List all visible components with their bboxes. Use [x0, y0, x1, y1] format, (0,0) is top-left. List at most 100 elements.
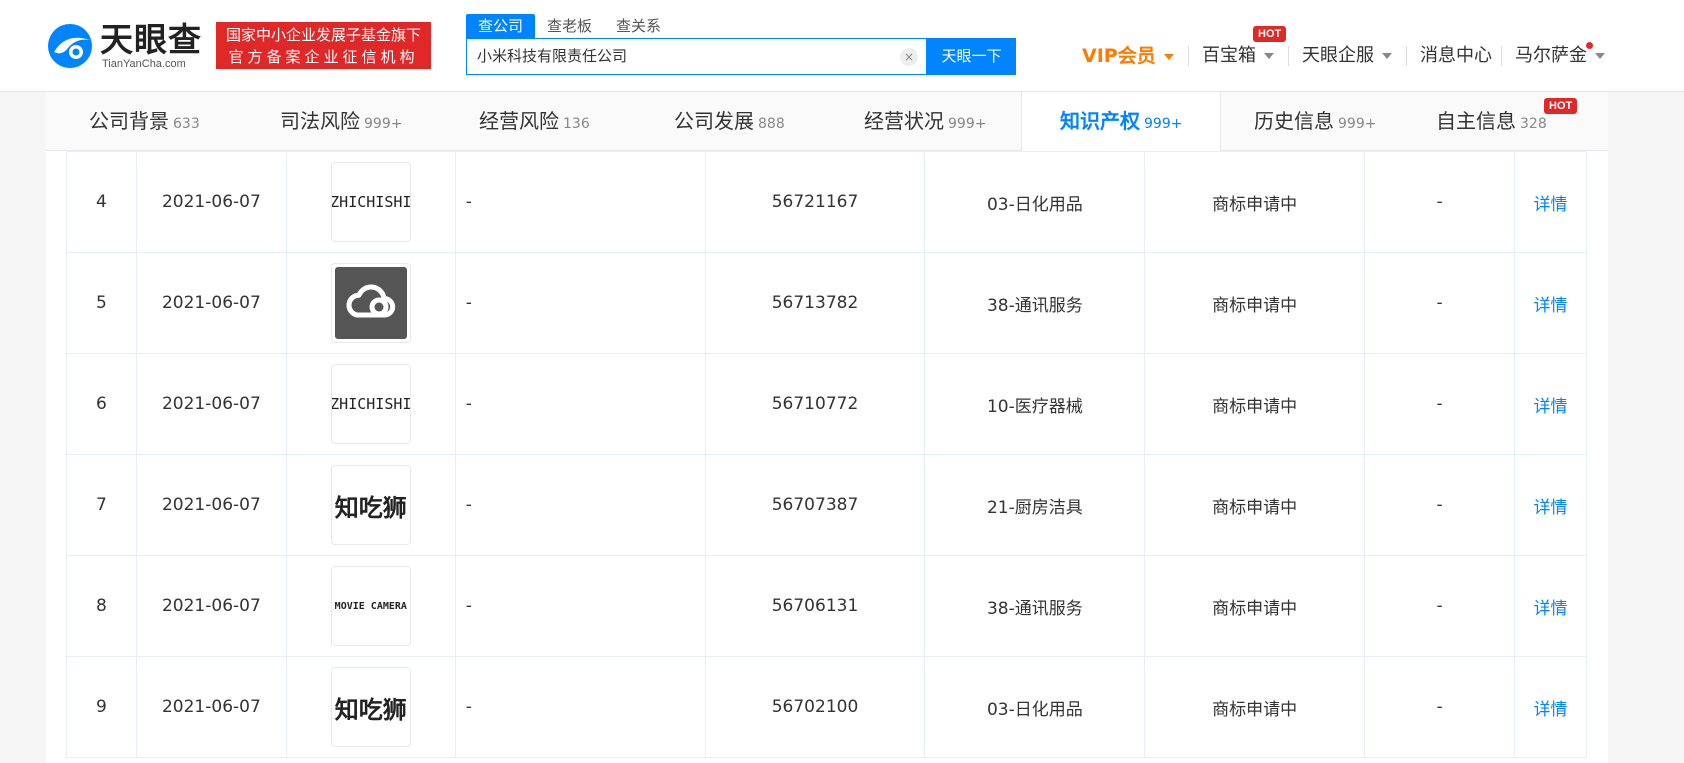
trademark-image-cell: MOVIE CAMERA: [285, 555, 456, 657]
search-input[interactable]: [477, 39, 897, 74]
table-row: 5 2021-06-07-56713782 38-通讯服务 商标申请中 - 详情: [66, 252, 1588, 354]
detail-cell: 详情: [1513, 252, 1588, 354]
detail-link[interactable]: 详情: [1533, 296, 1567, 316]
trademark-status: 商标申请中: [1144, 151, 1366, 253]
tab-count: 999+: [948, 116, 987, 132]
tab-operation-risk[interactable]: 经营风险 136: [479, 92, 590, 150]
messages-link[interactable]: 消息中心: [1420, 44, 1492, 68]
extra-info: -: [1364, 151, 1515, 253]
chevron-down-icon: [1264, 53, 1274, 59]
extra-info: -: [1364, 454, 1515, 556]
detail-link[interactable]: 详情: [1533, 498, 1567, 518]
trademark-text-wrap: 知吃狮: [332, 466, 410, 544]
search-button[interactable]: 天眼一下: [927, 38, 1016, 75]
table-row: 7 2021-06-07 知吃狮 -56707387 21-厨房洁具 商标申请中 - 详情: [66, 454, 1588, 556]
trademark-image[interactable]: [330, 263, 411, 343]
trademark-name: -: [454, 252, 706, 354]
extra-info: -: [1364, 555, 1515, 657]
detail-cell: 详情: [1513, 353, 1588, 455]
international-class: 38-通讯服务: [924, 555, 1146, 657]
logo-subtitle: TianYanCha.com: [102, 58, 186, 70]
vip-menu[interactable]: VIP会员: [1082, 44, 1174, 69]
international-class: 03-日化用品: [924, 151, 1146, 253]
application-date: 2021-06-07: [135, 656, 287, 758]
tab-count: 888: [758, 116, 785, 132]
nav-divider: [1288, 46, 1289, 66]
row-number: 5: [66, 252, 137, 354]
international-class: 03-日化用品: [924, 656, 1146, 758]
tab-self-info[interactable]: 自主信息 328: [1436, 92, 1547, 150]
tab-label: 经营状况: [864, 109, 944, 133]
tab-history[interactable]: 历史信息 999+: [1254, 92, 1376, 150]
logo[interactable]: 天眼查 TianYanCha.com: [46, 20, 206, 72]
trademark-name: -: [454, 656, 706, 758]
cloud-icon: [334, 267, 407, 339]
tab-label: 公司背景: [89, 109, 169, 133]
tab-count: 328: [1520, 116, 1547, 132]
search-type-tabs: 查公司 查老板 查关系: [466, 14, 673, 38]
tab-operation-status[interactable]: 经营状况 999+: [864, 92, 986, 150]
hot-badge: HOT: [1253, 26, 1287, 42]
trademark-image[interactable]: ZHICHISHI: [330, 364, 411, 444]
trademark-list: 4 2021-06-07 ZHICHISHI -56721167 03-日化用品 商标申请…: [46, 151, 1608, 763]
trademark-image-cell: 知吃狮: [285, 454, 456, 556]
row-number: 8: [66, 555, 137, 657]
row-number: 4: [66, 151, 137, 253]
trademark-name: -: [454, 454, 706, 556]
trademark-text-wrap: 知吃狮: [332, 668, 410, 746]
tab-company[interactable]: 查公司: [466, 14, 536, 38]
table-row: 8 2021-06-07 MOVIE CAMERA -56706131 38-通讯服务商…: [66, 555, 1588, 657]
trademark-name: -: [454, 555, 706, 657]
tab-count: 136: [563, 116, 590, 132]
tab-count: 999+: [1338, 116, 1377, 132]
service-label: 天眼企服: [1302, 45, 1374, 66]
tab-relation[interactable]: 查关系: [604, 14, 673, 38]
trademark-text: 知吃狮: [334, 695, 407, 724]
tab-count: 999+: [364, 116, 403, 132]
trademark-image-cell: ZHICHISHI: [285, 151, 456, 253]
clear-icon[interactable]: ×: [900, 48, 918, 66]
treasure-menu[interactable]: 百宝箱: [1202, 44, 1274, 68]
row-number: 6: [66, 353, 137, 455]
trademark-table: 4 2021-06-07 ZHICHISHI -56721167 03-日化用品 商标申请…: [66, 151, 1588, 758]
tab-intellectual-property[interactable]: 知识产权 999+: [1021, 92, 1222, 151]
trademark-image[interactable]: ZHICHISHI: [330, 162, 411, 242]
extra-info: -: [1364, 252, 1515, 354]
category-tabs: 公司背景 633 司法风险 999+ 经营风险 136 公司发展 888 经营状况 999…: [46, 92, 1608, 151]
extra-info: -: [1364, 353, 1515, 455]
trademark-image[interactable]: 知吃狮: [330, 667, 411, 747]
registration-number: 56707387: [704, 454, 926, 556]
badge-line-1: 国家中小企业发展子基金旗下: [225, 26, 421, 44]
tab-company-development[interactable]: 公司发展 888: [674, 92, 785, 150]
extra-info: -: [1364, 656, 1515, 758]
tab-label: 自主信息: [1436, 109, 1516, 133]
chevron-down-icon: [1382, 53, 1392, 59]
trademark-image[interactable]: MOVIE CAMERA: [330, 566, 411, 646]
tab-legal-risk[interactable]: 司法风险 999+: [280, 92, 402, 150]
detail-link[interactable]: 详情: [1533, 397, 1567, 417]
application-date: 2021-06-07: [135, 252, 287, 354]
detail-link[interactable]: 详情: [1533, 700, 1567, 720]
detail-link[interactable]: 详情: [1533, 599, 1567, 619]
nav-divider: [1501, 46, 1502, 66]
trademark-status: 商标申请中: [1144, 353, 1366, 455]
chevron-down-icon: [1595, 53, 1605, 59]
trademark-image-cell: [285, 252, 456, 354]
detail-link[interactable]: 详情: [1533, 195, 1567, 215]
registration-number: 56710772: [704, 353, 926, 455]
service-menu[interactable]: 天眼企服: [1302, 44, 1392, 68]
trademark-image[interactable]: 知吃狮: [330, 465, 411, 545]
notification-dot: [1586, 42, 1593, 49]
badge-line-2: 官方备案企业征信机构: [228, 48, 419, 66]
tab-company-background[interactable]: 公司背景 633: [89, 92, 200, 150]
detail-cell: 详情: [1513, 555, 1588, 657]
table-row: 4 2021-06-07 ZHICHISHI -56721167 03-日化用品 商标申请…: [66, 151, 1588, 253]
trademark-image-cell: ZHICHISHI: [285, 353, 456, 455]
international-class: 10-医疗器械: [924, 353, 1146, 455]
tab-boss[interactable]: 查老板: [535, 14, 604, 38]
trademark-text: ZHICHISHI: [330, 193, 411, 211]
international-class: 21-厨房洁具: [924, 454, 1146, 556]
application-date: 2021-06-07: [135, 555, 287, 657]
tab-label: 知识产权: [1060, 109, 1140, 133]
trademark-status: 商标申请中: [1144, 656, 1366, 758]
